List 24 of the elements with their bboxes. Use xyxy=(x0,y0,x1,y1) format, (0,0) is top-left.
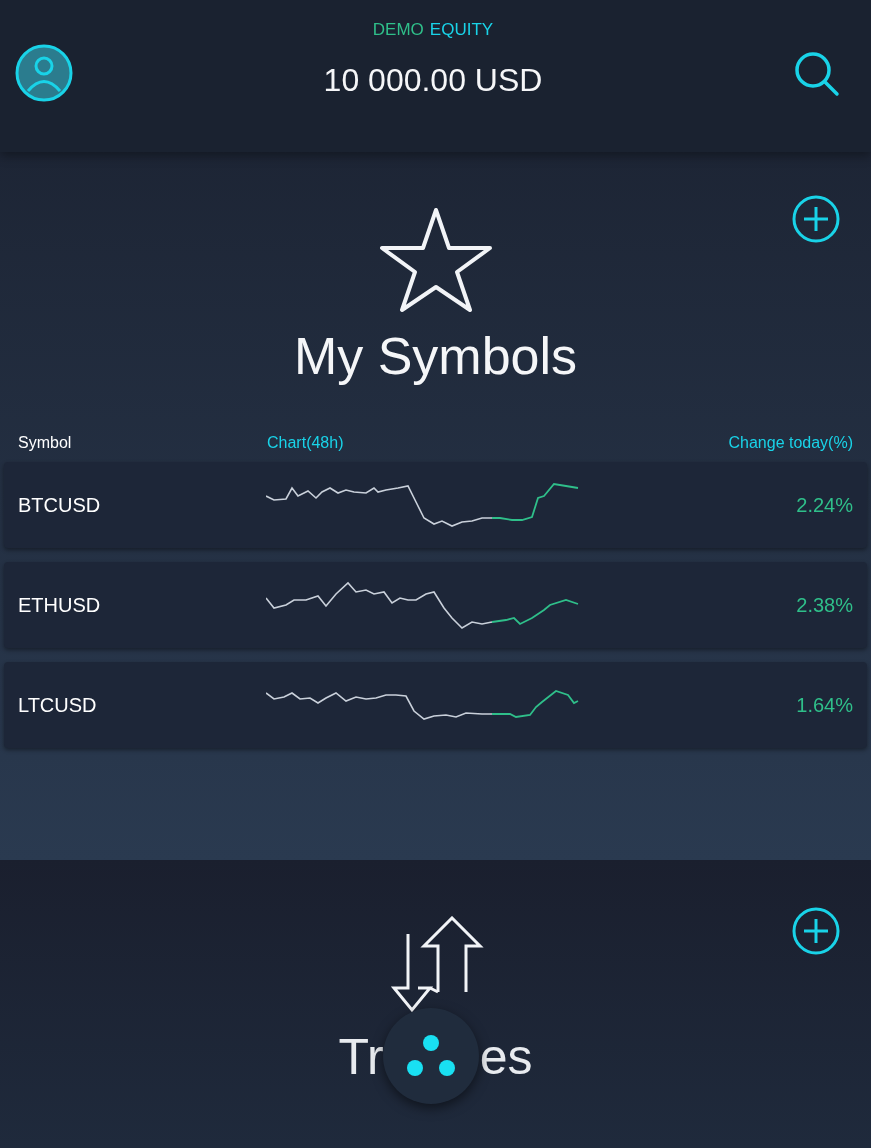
change-value: 2.24% xyxy=(796,493,853,517)
balance-amount: 10 000.00 USD xyxy=(323,62,543,99)
symbol-row[interactable]: BTCUSD 2.24% xyxy=(4,462,867,548)
symbol-name: LTCUSD xyxy=(18,693,98,717)
change-value: 1.64% xyxy=(796,693,853,717)
dots-icon xyxy=(406,1034,456,1078)
equity-label: DEMO xyxy=(372,20,424,40)
avatar-icon[interactable] xyxy=(15,44,73,102)
add-icon[interactable] xyxy=(791,194,841,244)
search-icon[interactable] xyxy=(793,50,841,98)
section-title: Tr xyxy=(338,1028,384,1086)
column-header: Change today(%) xyxy=(728,434,853,453)
column-header: Symbol xyxy=(18,434,73,453)
section-title: My Symbols xyxy=(293,326,578,386)
column-header: Chart(48h) xyxy=(267,434,345,453)
add-icon[interactable] xyxy=(791,906,841,956)
equity-label: EQUITY xyxy=(429,20,494,40)
symbol-row[interactable]: ETHUSD 2.38% xyxy=(4,562,867,648)
symbol-name: ETHUSD xyxy=(18,593,102,617)
star-icon xyxy=(377,206,494,314)
symbol-row[interactable]: LTCUSD 1.64% xyxy=(4,662,867,748)
section-title: es xyxy=(479,1028,533,1086)
change-value: 2.38% xyxy=(796,593,853,617)
symbol-name: BTCUSD xyxy=(18,493,102,517)
